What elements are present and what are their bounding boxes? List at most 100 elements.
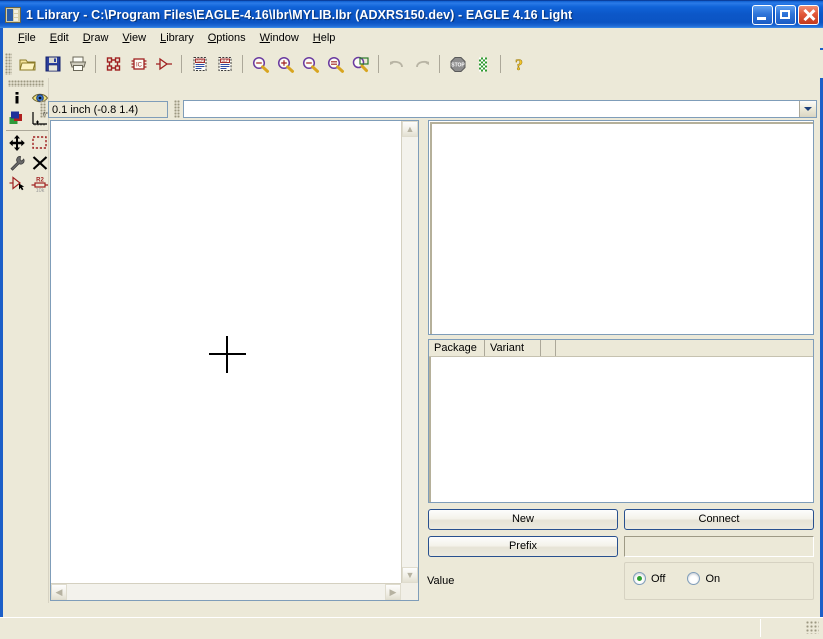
svg-text:ULP: ULP [221, 59, 229, 63]
menu-bar: File Edit Draw View Library Options Wind… [0, 28, 823, 48]
zoom-out-icon[interactable] [298, 52, 323, 76]
gates-list[interactable] [428, 120, 814, 335]
stop-icon[interactable]: STOP [445, 52, 470, 76]
menu-draw[interactable]: Draw [76, 30, 116, 46]
layer-icon[interactable] [5, 108, 28, 128]
eagle-library-window: 1 Library - C:\Program Files\EAGLE-4.16\… [0, 0, 823, 639]
menu-view[interactable]: View [115, 30, 153, 46]
package-icon[interactable]: IC [126, 52, 151, 76]
tool-palette-grip[interactable] [8, 80, 44, 87]
scroll-up-button[interactable]: ▲ [402, 121, 418, 137]
tool-palette-separator [6, 130, 48, 131]
origin-crosshair-icon [209, 336, 246, 373]
toolbar-grip[interactable] [5, 53, 12, 75]
toolbar-separator-3 [242, 55, 243, 73]
drawing-canvas[interactable] [51, 121, 401, 583]
command-history-dropdown-button[interactable] [799, 101, 816, 117]
package-table-body[interactable] [429, 357, 813, 502]
toolbar-separator-5 [439, 55, 440, 73]
zoom-fit-icon[interactable] [248, 52, 273, 76]
tool-palette-row-5: R2 10k [5, 173, 51, 193]
scroll-left-button[interactable]: ◀ [51, 584, 67, 600]
menu-options[interactable]: Options [201, 30, 253, 46]
scroll-down-button[interactable]: ▼ [402, 567, 418, 583]
menu-library[interactable]: Library [153, 30, 201, 46]
minimize-button[interactable] [752, 4, 773, 25]
radio-selected-icon [633, 572, 646, 585]
move-icon[interactable] [5, 133, 28, 153]
coordinate-bar-grip[interactable] [40, 100, 46, 118]
toolbar-separator-6 [500, 55, 501, 73]
menu-file[interactable]: File [11, 30, 43, 46]
main-toolbar: IC SCR ULP STOP ? [0, 50, 823, 78]
print-icon[interactable] [65, 52, 90, 76]
save-icon[interactable] [40, 52, 65, 76]
value-radio-off[interactable]: Off [633, 572, 665, 585]
column-header-package[interactable]: Package [429, 340, 485, 356]
zoom-redraw-icon[interactable] [323, 52, 348, 76]
scrollbar-corner [401, 583, 418, 600]
svg-text:STOP: STOP [451, 62, 465, 68]
open-icon[interactable] [15, 52, 40, 76]
toolbar-separator-1 [95, 55, 96, 73]
command-line[interactable] [183, 100, 817, 118]
title-bar: 1 Library - C:\Program Files\EAGLE-4.16\… [0, 0, 823, 28]
value-radio-row: Off On [633, 572, 720, 585]
value-label: Value [427, 575, 455, 587]
value-radio-on[interactable]: On [687, 572, 720, 585]
palette-divider [48, 78, 49, 603]
ulp-icon[interactable]: ULP [212, 52, 237, 76]
script-icon[interactable]: SCR [187, 52, 212, 76]
svg-text:IC: IC [136, 63, 143, 69]
menu-window[interactable]: Window [253, 30, 306, 46]
toolbar-separator-4 [378, 55, 379, 73]
zoom-in-icon[interactable] [273, 52, 298, 76]
info-icon[interactable] [5, 88, 28, 108]
status-separator [760, 619, 761, 637]
caption-button-group [752, 4, 819, 25]
tool-palette-row-3 [5, 133, 51, 153]
radio-unselected-icon [687, 572, 701, 585]
help-icon[interactable]: ? [506, 52, 531, 76]
svg-text:SCR: SCR [196, 59, 204, 63]
gates-list-body[interactable] [430, 122, 813, 334]
column-header-extra-1[interactable] [541, 340, 556, 356]
canvas-vertical-scrollbar[interactable]: ▲ ▼ [401, 121, 418, 583]
value-radio-group: Off On [624, 562, 814, 600]
zoom-select-icon[interactable] [348, 52, 373, 76]
go-icon[interactable] [470, 52, 495, 76]
chevron-up-icon: ▲ [405, 123, 415, 134]
chevron-left-icon: ◀ [55, 586, 63, 597]
column-header-extra-2[interactable] [556, 340, 813, 356]
svg-text:10k: 10k [35, 188, 44, 192]
package-table: Package Variant [428, 339, 814, 503]
library-document-icon [5, 6, 21, 23]
close-button[interactable] [798, 4, 819, 25]
toolbar-separator-2 [181, 55, 182, 73]
redo-icon[interactable] [409, 52, 434, 76]
connect-button[interactable]: Connect [624, 509, 814, 530]
command-input[interactable] [184, 101, 799, 117]
menu-help[interactable]: Help [306, 30, 343, 46]
chevron-down-icon [804, 107, 812, 111]
maximize-button[interactable] [775, 4, 796, 25]
coordinate-command-bar: 0.1 inch (-0.8 1.4) [40, 99, 820, 119]
value-radio-off-label: Off [651, 572, 666, 585]
scroll-right-button[interactable]: ▶ [385, 584, 401, 600]
canvas-horizontal-scrollbar[interactable]: ◀ ▶ [51, 583, 401, 600]
command-bar-grip[interactable] [174, 100, 180, 118]
pinswap-icon[interactable] [5, 173, 28, 193]
svg-text:?: ? [515, 57, 523, 73]
tool-palette-row-4 [5, 153, 51, 173]
board-icon[interactable] [101, 52, 126, 76]
chevron-down-icon: ▼ [405, 569, 415, 580]
undo-icon[interactable] [384, 52, 409, 76]
symbol-icon[interactable] [151, 52, 176, 76]
new-button[interactable]: New [428, 509, 618, 530]
column-header-variant[interactable]: Variant [485, 340, 541, 356]
change-icon[interactable] [5, 153, 28, 173]
chevron-right-icon: ▶ [389, 586, 397, 597]
menu-edit[interactable]: Edit [43, 30, 76, 46]
prefix-button[interactable]: Prefix [428, 536, 618, 557]
window-resize-grip[interactable] [806, 621, 819, 634]
